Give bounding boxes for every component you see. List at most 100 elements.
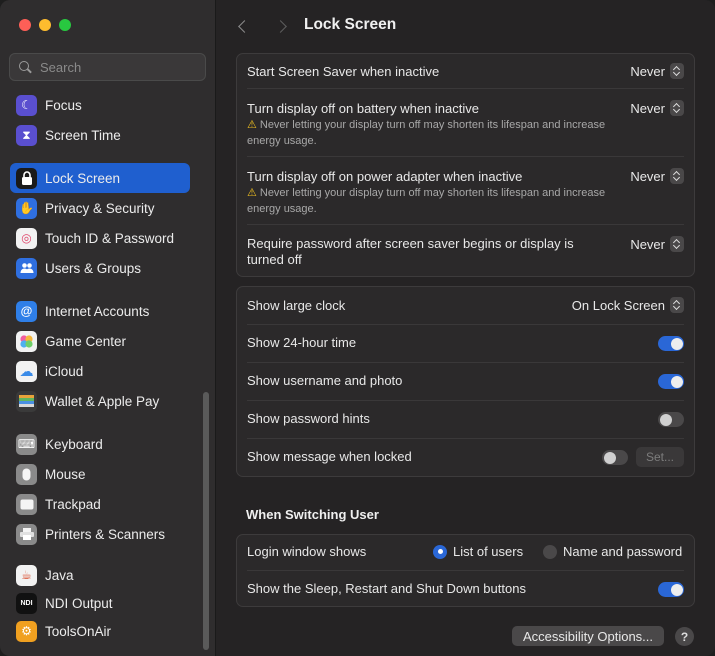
screen-saver-value: Never [630,63,665,79]
cloud-icon: ☁ [16,360,37,382]
sidebar-item-mouse[interactable]: Mouse [10,459,190,489]
sidebar-item-users[interactable]: Users & Groups [10,253,190,283]
close-button[interactable] [19,19,31,31]
display-timeout-group: Start Screen Saver when inactive Never T… [236,53,695,277]
forward-button[interactable] [270,16,290,36]
updown-chevron-icon [670,236,684,252]
username-toggle[interactable] [658,374,684,389]
switching-user-title: When Switching User [246,507,379,522]
battery-value: Never [630,100,665,116]
main-content: Lock Screen Start Screen Saver when inac… [216,0,715,656]
radio-name-password[interactable]: Name and password [543,544,682,559]
search-icon [18,60,32,74]
sidebar-item-java[interactable]: ☕ Java [10,561,190,589]
java-icon: ☕ [16,564,37,586]
hour24-label: Show 24-hour time [247,335,357,350]
sidebar-item-label: Java [45,567,74,583]
toolsonair-icon: ⚙ [16,620,37,642]
sidebar-item-trackpad[interactable]: Trackpad [10,489,190,519]
printer-icon [16,523,37,545]
sidebar-item-internet-accounts[interactable]: @ Internet Accounts [10,296,190,326]
divider [247,156,684,157]
sidebar-item-screen-time[interactable]: ⧗ Screen Time [10,120,190,150]
battery-warning: ⚠ Never letting your display turn off may… [247,117,627,149]
sidebar-scrollbar[interactable] [203,392,209,650]
mouse-icon [16,463,37,485]
minimize-button[interactable] [39,19,51,31]
settings-window: ☾ Focus ⧗ Screen Time Lock Screen ✋ Priv… [0,0,715,656]
sidebar: ☾ Focus ⧗ Screen Time Lock Screen ✋ Priv… [0,0,216,656]
search-input[interactable] [40,59,190,75]
hints-toggle[interactable] [658,412,684,427]
updown-chevron-icon [670,100,684,116]
sidebar-item-label: NDI Output [45,595,113,611]
adapter-popup[interactable]: Never [630,168,684,184]
accessibility-options-button[interactable]: Accessibility Options... [512,626,664,646]
username-label: Show username and photo [247,373,403,388]
adapter-warning: ⚠ Never letting your display turn off may… [247,185,627,217]
sidebar-item-printers[interactable]: Printers & Scanners [10,519,190,549]
login-window-label: Login window shows [247,544,367,559]
sidebar-item-label: Lock Screen [45,170,121,186]
sidebar-item-label: Screen Time [45,127,121,143]
sidebar-item-label: ToolsOnAir [45,623,112,639]
sidebar-item-touch-id[interactable]: ◎ Touch ID & Password [10,223,190,253]
battery-popup[interactable]: Never [630,100,684,116]
set-message-button[interactable]: Set... [636,447,684,467]
users-icon [16,257,37,279]
screen-saver-popup[interactable]: Never [630,63,684,79]
hour24-toggle[interactable] [658,336,684,351]
sidebar-item-icloud[interactable]: ☁ iCloud [10,356,190,386]
search-field[interactable] [9,53,206,81]
sidebar-item-focus[interactable]: ☾ Focus [10,90,190,120]
sidebar-item-label: Users & Groups [45,260,142,276]
divider [247,570,684,571]
adapter-warning-text: Never letting your display turn off may … [247,187,606,215]
sidebar-item-label: Mouse [45,466,86,482]
large-clock-value: On Lock Screen [571,297,665,313]
message-toggle[interactable] [602,450,628,465]
adapter-label: Turn display off on power adapter when i… [247,169,523,184]
radio-list-of-users[interactable]: List of users [433,544,523,559]
message-label: Show message when locked [247,449,412,464]
divider [247,362,684,363]
sidebar-item-toolsonair[interactable]: ⚙ ToolsOnAir [10,617,190,645]
help-button[interactable]: ? [675,627,694,646]
ndi-icon: NDI [16,592,37,614]
game-center-icon [16,330,37,352]
sidebar-item-keyboard[interactable]: ⌨ Keyboard [10,429,190,459]
window-controls [19,19,71,31]
keyboard-icon: ⌨ [16,433,37,455]
large-clock-label: Show large clock [247,298,346,313]
sleep-buttons-label: Show the Sleep, Restart and Shut Down bu… [247,581,526,596]
sidebar-item-label: Touch ID & Password [45,230,175,246]
switching-user-group: Login window shows List of users Name an… [236,534,695,607]
toolbar: Lock Screen [216,0,715,52]
sidebar-item-game-center[interactable]: Game Center [10,326,190,356]
moon-icon: ☾ [16,94,37,116]
sidebar-item-ndi-output[interactable]: NDI NDI Output [10,589,190,617]
radio-selected-icon [433,544,447,559]
radio-name-label: Name and password [563,544,683,559]
fingerprint-icon: ◎ [16,227,37,249]
divider [247,88,684,89]
chevron-right-icon [273,19,287,33]
sidebar-item-label: Privacy & Security [45,200,155,216]
radio-unselected-icon [543,544,557,559]
zoom-button[interactable] [59,19,71,31]
battery-warning-text: Never letting your display turn off may … [247,119,606,147]
require-password-popup[interactable]: Never [630,236,684,252]
sidebar-item-wallet[interactable]: Wallet & Apple Pay [10,386,190,416]
large-clock-popup[interactable]: On Lock Screen [572,297,684,313]
sleep-buttons-toggle[interactable] [658,582,684,597]
divider [247,438,684,439]
screen-saver-label: Start Screen Saver when inactive [247,64,440,79]
sidebar-item-label: Printers & Scanners [45,526,166,542]
sidebar-item-privacy[interactable]: ✋ Privacy & Security [10,193,190,223]
sidebar-item-lock-screen[interactable]: Lock Screen [10,163,190,193]
battery-label: Turn display off on battery when inactiv… [247,101,479,116]
adapter-value: Never [630,168,665,184]
sidebar-item-label: Trackpad [45,496,101,512]
back-button[interactable] [234,16,254,36]
lock-screen-display-group: Show large clock On Lock Screen Show 24-… [236,286,695,477]
